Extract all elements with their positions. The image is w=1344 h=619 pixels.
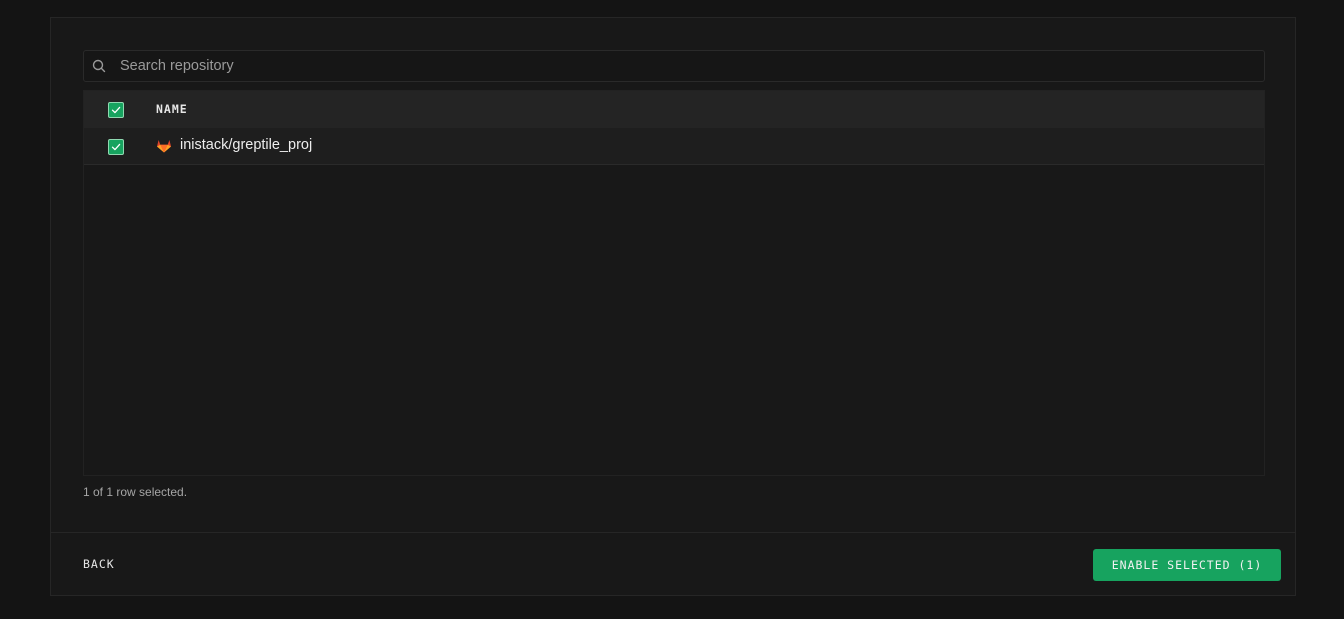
enable-selected-button[interactable]: ENABLE SELECTED (1): [1093, 549, 1281, 581]
checkmark-icon: [111, 106, 121, 114]
back-button[interactable]: BACK: [83, 557, 115, 571]
select-all-checkbox[interactable]: [108, 102, 124, 118]
repository-name: inistack/greptile_proj: [180, 137, 313, 153]
row-checkbox[interactable]: [108, 139, 124, 155]
search-box[interactable]: [83, 50, 1265, 82]
search-input[interactable]: [120, 51, 1240, 81]
repository-table: NAME inistack/greptile_proj: [83, 90, 1265, 476]
footer-divider: [51, 532, 1295, 533]
column-header-name[interactable]: NAME: [156, 102, 188, 116]
gitlab-icon: [156, 139, 172, 153]
repository-selection-panel: NAME inistack/greptile_proj 1 of 1 row s…: [50, 17, 1296, 596]
selection-status: 1 of 1 row selected.: [83, 485, 188, 499]
table-row[interactable]: inistack/greptile_proj: [84, 128, 1264, 165]
search-icon: [92, 59, 106, 73]
checkmark-icon: [111, 143, 121, 151]
table-header: NAME: [84, 91, 1264, 128]
